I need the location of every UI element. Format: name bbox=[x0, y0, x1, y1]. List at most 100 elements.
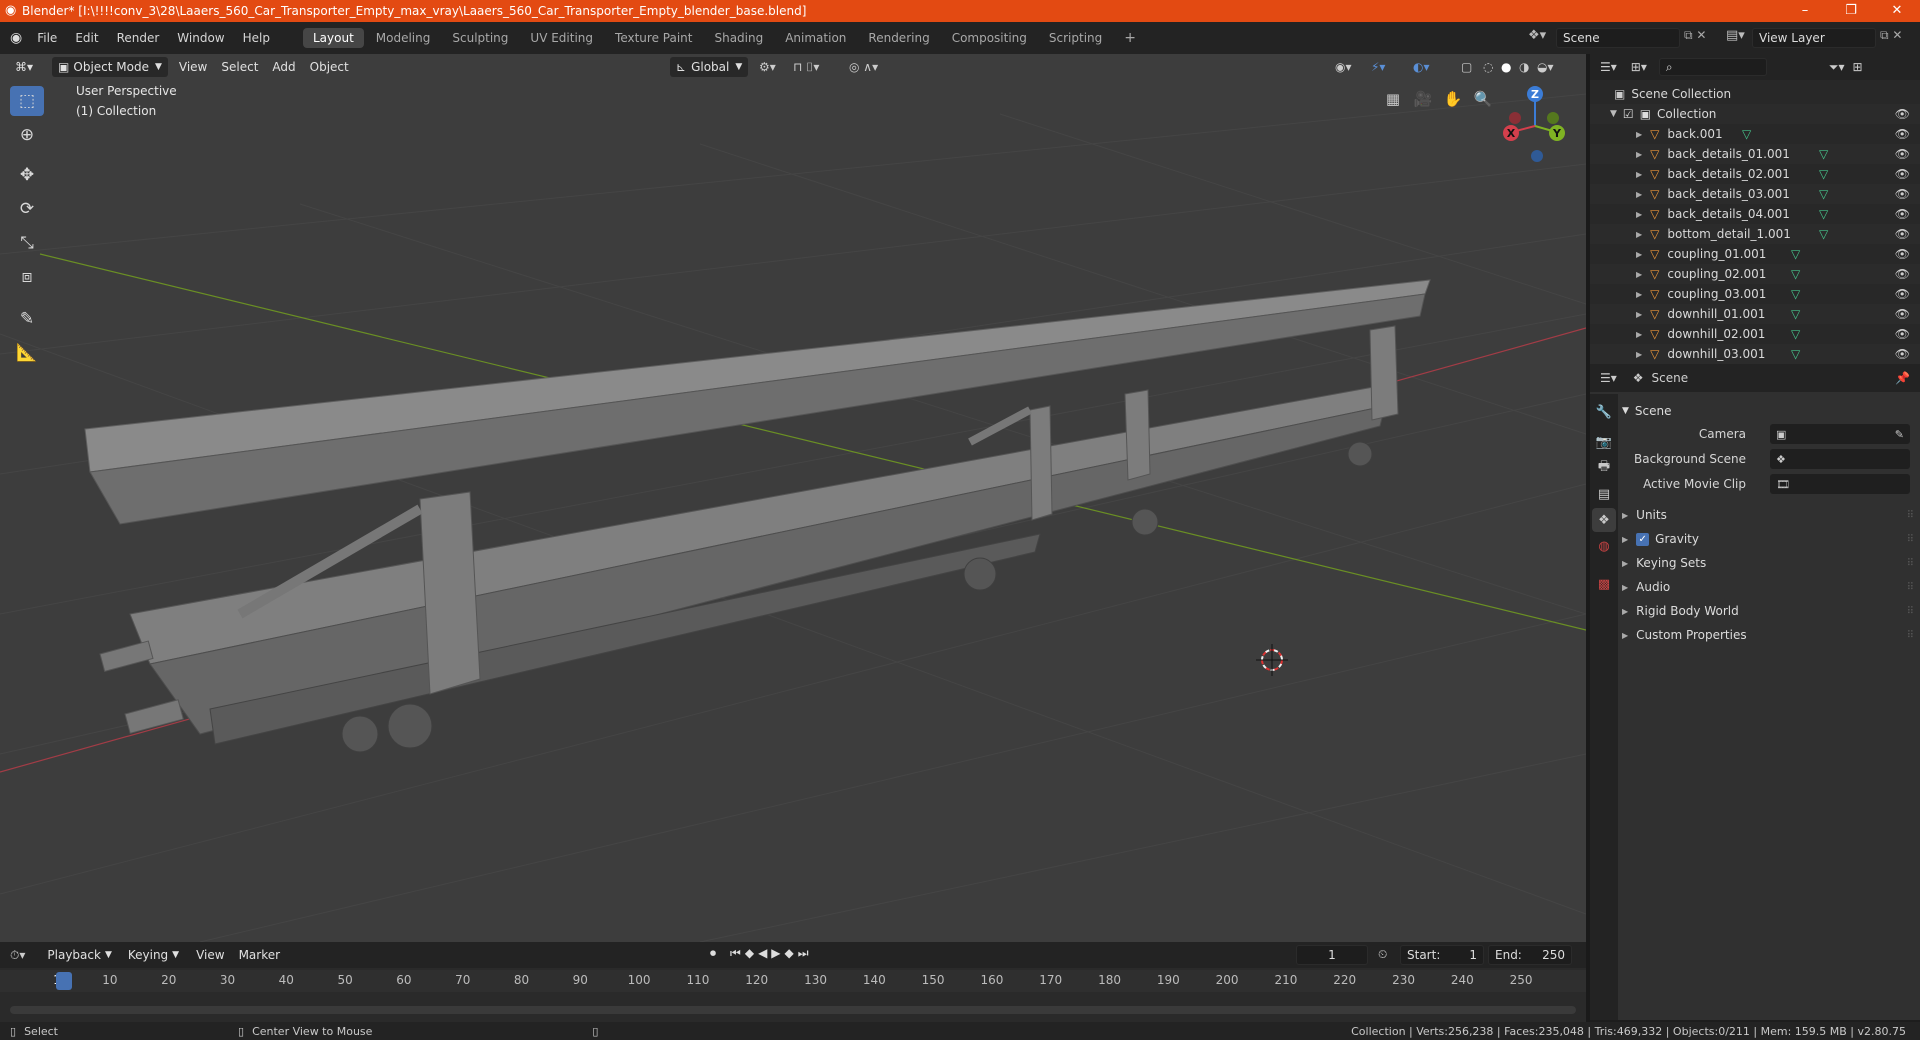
drag-handle-icon[interactable]: ⠿ bbox=[1907, 558, 1914, 569]
mesh-data-icon[interactable]: ▽ bbox=[1791, 247, 1800, 261]
tab-scripting[interactable]: Scripting bbox=[1039, 28, 1112, 48]
drag-handle-icon[interactable]: ⠿ bbox=[1907, 606, 1914, 617]
outliner-editor-icon[interactable]: ☰▾ bbox=[1600, 60, 1617, 74]
property-field[interactable]: ▣ ✎ bbox=[1770, 424, 1910, 444]
new-collection-icon[interactable]: ⊞ bbox=[1852, 60, 1862, 74]
scale-tool[interactable]: ⤡ bbox=[10, 228, 44, 258]
mode-dropdown[interactable]: ▣ Object Mode ▼ bbox=[52, 57, 168, 77]
menu-render[interactable]: Render bbox=[108, 31, 169, 45]
expand-icon[interactable]: ▶ bbox=[1636, 350, 1642, 359]
current-frame-field[interactable]: 1 bbox=[1296, 945, 1368, 965]
tab-texture-paint[interactable]: Texture Paint bbox=[605, 28, 702, 48]
expand-icon[interactable]: ▶ bbox=[1636, 130, 1642, 139]
outliner-object-row[interactable]: ▶ ▽ coupling_02.001 ▽ 👁 bbox=[1590, 264, 1920, 284]
expand-icon[interactable]: ▶ bbox=[1636, 270, 1642, 279]
expand-icon[interactable]: ▶ bbox=[1636, 290, 1642, 299]
tab-compositing[interactable]: Compositing bbox=[942, 28, 1037, 48]
drag-handle-icon[interactable]: ⠿ bbox=[1907, 582, 1914, 593]
mesh-data-icon[interactable]: ▽ bbox=[1742, 127, 1751, 141]
menu-file[interactable]: File bbox=[28, 31, 66, 45]
expand-icon[interactable]: ▶ bbox=[1636, 230, 1642, 239]
eye-icon[interactable]: 👁 bbox=[1895, 227, 1910, 241]
drag-handle-icon[interactable]: ⠿ bbox=[1907, 510, 1914, 521]
outliner-object-row[interactable]: ▶ ▽ downhill_03.001 ▽ 👁 bbox=[1590, 344, 1920, 364]
record-icon[interactable]: ⏺ bbox=[710, 946, 716, 961]
drag-handle-icon[interactable]: ⠿ bbox=[1907, 630, 1914, 641]
property-field[interactable]: 🎞 bbox=[1770, 474, 1910, 494]
mesh-data-icon[interactable]: ▽ bbox=[1791, 327, 1800, 341]
eyedropper-icon[interactable]: ✎ bbox=[1895, 428, 1904, 441]
transform-tool[interactable]: ⧈ bbox=[10, 262, 44, 292]
outliner-search-input[interactable]: ⌕ bbox=[1658, 58, 1767, 76]
properties-editor-icon[interactable]: ☰▾ bbox=[1600, 371, 1617, 385]
expand-icon[interactable]: ▶ bbox=[1636, 190, 1642, 199]
outliner-object-row[interactable]: ▶ ▽ downhill_02.001 ▽ 👁 bbox=[1590, 324, 1920, 344]
annotate-tool[interactable]: ✎ bbox=[10, 304, 44, 334]
clock-icon[interactable]: ⏲ bbox=[1378, 947, 1387, 962]
expand-icon[interactable]: ▶ bbox=[1636, 310, 1642, 319]
menu-playback[interactable]: Playback ▼ bbox=[41, 945, 117, 965]
view-layer-selector-icon[interactable]: ▤▾ bbox=[1726, 28, 1745, 43]
proportional-edit-icon[interactable]: ◎ ∧▾ bbox=[842, 57, 885, 77]
menu-add[interactable]: Add bbox=[265, 57, 302, 77]
outliner-object-row[interactable]: ▶ ▽ coupling_01.001 ▽ 👁 bbox=[1590, 244, 1920, 264]
scene-field[interactable]: Scene bbox=[1556, 28, 1680, 48]
expand-icon[interactable]: ▶ bbox=[1636, 250, 1642, 259]
eye-icon[interactable]: 👁 bbox=[1895, 207, 1910, 221]
eye-icon[interactable]: 👁 bbox=[1895, 167, 1910, 181]
mesh-data-icon[interactable]: ▽ bbox=[1819, 147, 1828, 161]
playhead[interactable] bbox=[56, 972, 72, 990]
shading-rendered-icon[interactable]: ◒▾ bbox=[1530, 57, 1561, 77]
mesh-data-icon[interactable]: ▽ bbox=[1791, 287, 1800, 301]
new-view-layer-icon[interactable]: ⧉ ✕ bbox=[1880, 28, 1902, 43]
pin-icon[interactable]: 📌 bbox=[1895, 371, 1910, 385]
filter-icon[interactable]: ⏷▾ bbox=[1829, 60, 1845, 75]
menu-view[interactable]: View bbox=[172, 57, 214, 77]
panel-gravity[interactable]: ▶ ✓ Gravity ⠿ bbox=[1622, 528, 1914, 550]
tab-uv-editing[interactable]: UV Editing bbox=[520, 28, 603, 48]
outliner-object-row[interactable]: ▶ ▽ back_details_04.001 ▽ 👁 bbox=[1590, 204, 1920, 224]
outliner-object-row[interactable]: ▶ ▽ back.001 ▽ 👁 bbox=[1590, 124, 1920, 144]
menu-select[interactable]: Select bbox=[214, 57, 265, 77]
tool-tab-icon[interactable]: 🔧 bbox=[1592, 400, 1616, 424]
outliner-object-row[interactable]: ▶ ▽ back_details_01.001 ▽ 👁 bbox=[1590, 144, 1920, 164]
3d-cursor-icon[interactable] bbox=[1256, 644, 1288, 676]
start-frame-field[interactable]: Start: 1 bbox=[1400, 945, 1484, 965]
outliner-object-row[interactable]: ▶ ▽ downhill_01.001 ▽ 👁 bbox=[1590, 304, 1920, 324]
expand-icon[interactable]: ▶ bbox=[1636, 210, 1642, 219]
tab-layout[interactable]: Layout bbox=[302, 28, 364, 48]
move-tool[interactable]: ✥ bbox=[10, 160, 44, 190]
mesh-data-icon[interactable]: ▽ bbox=[1819, 167, 1828, 181]
eye-icon[interactable]: 👁 bbox=[1895, 187, 1910, 201]
add-workspace-icon[interactable]: + bbox=[1114, 27, 1146, 49]
close-button[interactable]: ✕ bbox=[1874, 0, 1920, 22]
eye-icon[interactable]: 👁 bbox=[1895, 247, 1910, 261]
panel-units[interactable]: ▶ Units ⠿ bbox=[1622, 504, 1914, 526]
editor-type-icon[interactable]: ⌘▾ bbox=[8, 57, 40, 77]
panel-audio[interactable]: ▶ Audio ⠿ bbox=[1622, 576, 1914, 598]
outliner-object-row[interactable]: ▶ ▽ back_details_02.001 ▽ 👁 bbox=[1590, 164, 1920, 184]
car-transporter-model[interactable] bbox=[84, 279, 1431, 753]
scene-section-header[interactable]: ▼ Scene bbox=[1622, 400, 1914, 422]
maximize-button[interactable]: ❐ bbox=[1828, 0, 1874, 22]
menu-help[interactable]: Help bbox=[234, 31, 279, 45]
outliner-collection[interactable]: ▼ ☑ ▣ Collection 👁 bbox=[1590, 104, 1920, 124]
menu-object[interactable]: Object bbox=[303, 57, 356, 77]
minimize-button[interactable]: – bbox=[1782, 0, 1828, 22]
mesh-data-icon[interactable]: ▽ bbox=[1819, 207, 1828, 221]
prev-keyframe-icon[interactable]: ◆ bbox=[745, 946, 754, 961]
timeline-ruler[interactable]: 1102030405060708090100110120130140150160… bbox=[0, 970, 1586, 992]
eye-icon[interactable]: 👁 bbox=[1895, 307, 1910, 321]
rotate-tool[interactable]: ⟳ bbox=[10, 194, 44, 224]
mesh-data-icon[interactable]: ▽ bbox=[1819, 187, 1828, 201]
expand-icon[interactable]: ▶ bbox=[1636, 150, 1642, 159]
render-tab-icon[interactable]: 📷 bbox=[1592, 430, 1616, 454]
property-field[interactable]: ❖ bbox=[1770, 449, 1910, 469]
tab-shading[interactable]: Shading bbox=[704, 28, 773, 48]
visibility-icon[interactable]: ◉▾ bbox=[1328, 57, 1359, 77]
menu-timeline-view[interactable]: View bbox=[189, 945, 231, 965]
tab-rendering[interactable]: Rendering bbox=[858, 28, 939, 48]
mesh-data-icon[interactable]: ▽ bbox=[1791, 347, 1800, 361]
output-tab-icon[interactable]: 🖶 bbox=[1592, 456, 1616, 480]
eye-icon[interactable]: 👁 bbox=[1895, 127, 1910, 141]
